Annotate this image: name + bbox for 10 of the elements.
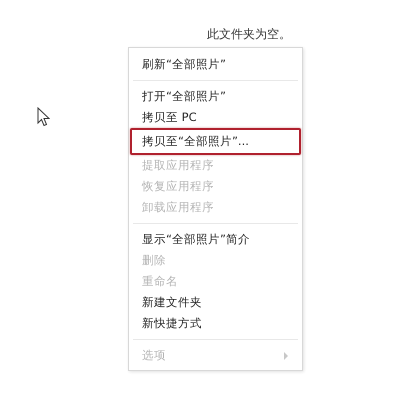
menu-item[interactable]: 打开“全部照片” [130, 86, 301, 107]
submenu-arrow-icon [283, 352, 289, 360]
empty-folder-message: 此文件夹为空。 [207, 26, 291, 43]
menu-item[interactable]: 拷贝至 PC [130, 107, 301, 128]
menu-item[interactable]: 新建文件夹 [130, 292, 301, 313]
mouse-pointer-icon [37, 107, 50, 127]
menu-item[interactable]: 显示“全部照片”简介 [130, 229, 301, 250]
menu-item[interactable]: 新快捷方式 [130, 313, 301, 334]
menu-item[interactable]: 刷新“全部照片” [130, 54, 301, 75]
menu-item[interactable]: 拷贝至“全部照片”... [130, 128, 301, 155]
